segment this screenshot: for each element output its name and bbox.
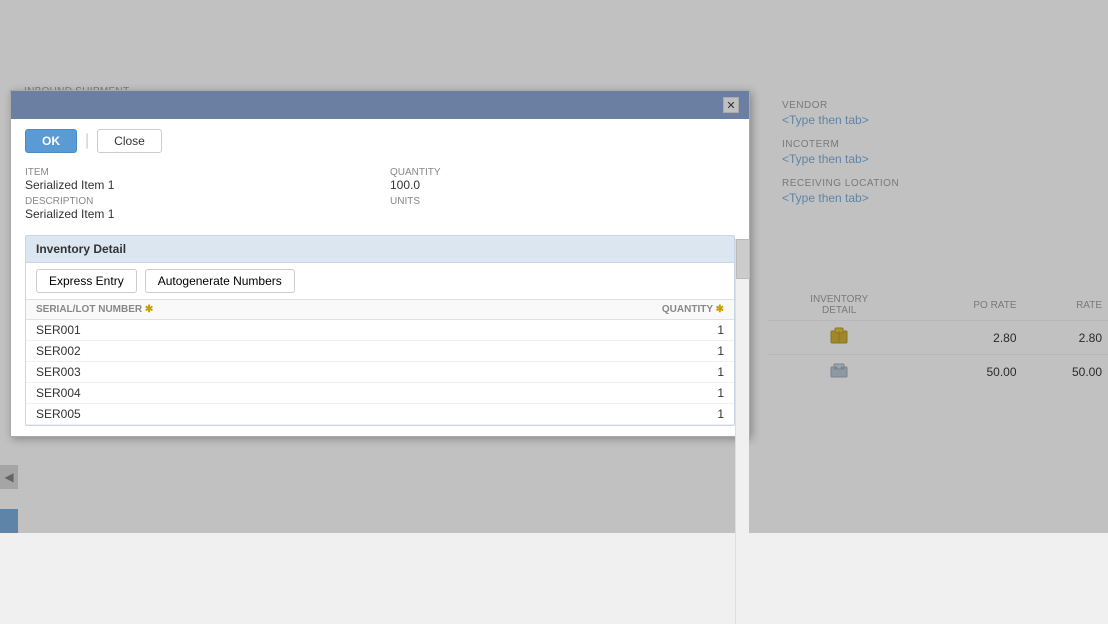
serial-value: SER005	[26, 404, 469, 425]
serial-required-star: ✱	[145, 304, 153, 315]
modal-dialog: ✕ OK | Close ITEM Serialized Item 1 QUAN…	[10, 90, 750, 437]
quantity-field: QUANTITY 100.0	[390, 167, 735, 192]
express-entry-button[interactable]: Express Entry	[36, 269, 137, 293]
item-info: ITEM Serialized Item 1 QUANTITY 100.0 DE…	[25, 167, 735, 221]
qty-value: 1	[469, 383, 734, 404]
qty-col-header: QUANTITY ✱	[469, 300, 734, 320]
serial-value: SER002	[26, 341, 469, 362]
serial-col-header: SERIAL/LOT NUMBER ✱	[26, 300, 469, 320]
description-label: DESCRIPTION	[25, 196, 370, 207]
serial-value: SER004	[26, 383, 469, 404]
inventory-detail-section: Inventory Detail Express Entry Autogener…	[25, 235, 735, 426]
inventory-detail-toolbar: Express Entry Autogenerate Numbers	[26, 263, 734, 300]
scrollbar-track[interactable]	[735, 239, 749, 624]
serial-row: SER005 1	[26, 404, 734, 425]
description-field: DESCRIPTION Serialized Item 1	[25, 196, 370, 221]
quantity-value: 100.0	[390, 178, 735, 192]
item-label: ITEM	[25, 167, 370, 178]
qty-value: 1	[469, 341, 734, 362]
units-label: UNITS	[390, 196, 735, 207]
quantity-label: QUANTITY	[390, 167, 735, 178]
ok-button[interactable]: OK	[25, 129, 77, 153]
qty-value: 1	[469, 362, 734, 383]
qty-value: 1	[469, 320, 734, 341]
serial-value: SER003	[26, 362, 469, 383]
autogenerate-button[interactable]: Autogenerate Numbers	[145, 269, 295, 293]
item-value: Serialized Item 1	[25, 178, 370, 192]
serial-value: SER001	[26, 320, 469, 341]
close-button[interactable]: Close	[97, 129, 162, 153]
serial-row: SER004 1	[26, 383, 734, 404]
scrollbar-thumb[interactable]	[736, 239, 750, 279]
serial-row: SER001 1	[26, 320, 734, 341]
separator: |	[85, 132, 89, 150]
description-value: Serialized Item 1	[25, 207, 370, 221]
qty-value: 1	[469, 404, 734, 425]
item-field: ITEM Serialized Item 1	[25, 167, 370, 192]
serial-row: SER003 1	[26, 362, 734, 383]
inventory-detail-header: Inventory Detail	[26, 236, 734, 263]
serial-row: SER002 1	[26, 341, 734, 362]
modal-body: OK | Close ITEM Serialized Item 1 QUANTI…	[11, 119, 749, 436]
units-field: UNITS	[390, 196, 735, 221]
modal-toolbar: OK | Close	[25, 129, 735, 153]
modal-header: ✕	[11, 91, 749, 119]
qty-required-star: ✱	[716, 304, 724, 315]
modal-close-icon[interactable]: ✕	[723, 97, 739, 113]
serial-table: SERIAL/LOT NUMBER ✱ QUANTITY ✱ SER001 1 …	[26, 300, 734, 425]
